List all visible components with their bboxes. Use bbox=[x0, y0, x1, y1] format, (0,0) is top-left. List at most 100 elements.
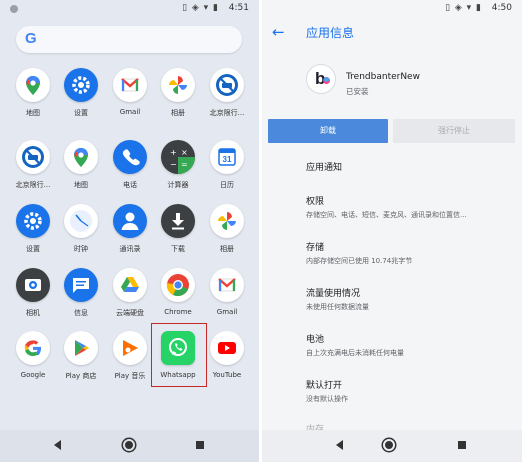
setting-notifications[interactable]: 应用通知 bbox=[306, 160, 516, 173]
no-car-icon bbox=[16, 140, 50, 174]
app-settings[interactable]: 设置 bbox=[57, 68, 105, 118]
app-photos[interactable]: 相册 bbox=[154, 68, 202, 118]
gmail-icon bbox=[113, 68, 147, 102]
svg-text:=: = bbox=[181, 160, 188, 169]
setting-title: 权限 bbox=[306, 197, 325, 207]
google-logo-icon: G bbox=[25, 30, 37, 47]
setting-title: 电池 bbox=[306, 335, 325, 345]
chrome-icon bbox=[161, 268, 195, 302]
play-store-icon bbox=[64, 331, 98, 365]
svg-text:×: × bbox=[181, 148, 188, 157]
app-label: 通讯录 bbox=[119, 245, 141, 253]
app-chrome[interactable]: Chrome bbox=[154, 268, 202, 316]
app-bar: ← 应用信息 bbox=[262, 18, 522, 50]
whatsapp-highlight-box bbox=[151, 323, 207, 387]
setting-open-by-default[interactable]: 默认打开 没有默认操作 bbox=[306, 378, 516, 404]
notification-dot bbox=[10, 5, 18, 13]
status-time: 4:51 bbox=[228, 3, 249, 13]
app-label: 相册 bbox=[220, 245, 234, 253]
setting-subtitle: 内部存储空间已使用 10.74兆字节 bbox=[306, 257, 413, 265]
app-play-music[interactable]: Play 音乐 bbox=[106, 331, 154, 381]
app-messages[interactable]: 信息 bbox=[57, 268, 105, 318]
back-arrow-icon[interactable]: ← bbox=[272, 23, 285, 41]
setting-subtitle: 存储空间、电话、短信、麦克风、通讯录和位置信... bbox=[306, 211, 467, 219]
status-time: 4:50 bbox=[491, 3, 512, 13]
app-label: 云端硬盘 bbox=[116, 309, 144, 317]
app-label: Chrome bbox=[164, 308, 192, 316]
app-label: 信息 bbox=[74, 309, 88, 317]
app-label: 计算器 bbox=[167, 181, 189, 189]
app-maps-2[interactable]: 地图 bbox=[57, 140, 105, 190]
app-name: TrendbanterNew bbox=[346, 72, 420, 82]
app-label: Play 音乐 bbox=[114, 372, 146, 380]
pinwheel-icon bbox=[210, 204, 244, 238]
app-label: 相册 bbox=[171, 109, 185, 117]
app-contacts[interactable]: 通讯录 bbox=[106, 204, 154, 254]
recents-icon[interactable] bbox=[458, 441, 466, 449]
no-car-icon bbox=[210, 68, 244, 102]
app-downloads[interactable]: 下载 bbox=[154, 204, 202, 254]
app-calculator[interactable]: + × − = 计算器 bbox=[154, 140, 202, 190]
setting-title: 应用通知 bbox=[306, 163, 343, 173]
uninstall-button[interactable]: 卸载 bbox=[268, 119, 388, 143]
app-calendar[interactable]: 31 日历 bbox=[203, 140, 251, 190]
home-icon[interactable] bbox=[123, 439, 135, 451]
app-phone[interactable]: 电话 bbox=[106, 140, 154, 190]
app-label: 设置 bbox=[26, 245, 40, 253]
app-label: 北京限行... bbox=[209, 109, 245, 117]
app-label: 时钟 bbox=[74, 245, 88, 253]
status-bar: ▯ ◈ ▾ ▮ 4:50 bbox=[262, 0, 522, 18]
app-youtube[interactable]: YouTube bbox=[203, 331, 251, 379]
app-clock[interactable]: 时钟 bbox=[57, 204, 105, 254]
google-search-bar[interactable]: G bbox=[16, 26, 242, 53]
calendar-icon: 31 bbox=[210, 140, 244, 174]
back-icon[interactable] bbox=[54, 440, 61, 450]
app-google[interactable]: Google bbox=[9, 331, 57, 379]
app-label: 地图 bbox=[74, 181, 88, 189]
setting-data-usage[interactable]: 流量使用情况 未使用任何数据流量 bbox=[306, 286, 516, 312]
nav-bar bbox=[262, 430, 522, 462]
clock-icon bbox=[64, 204, 98, 238]
setting-subtitle: 没有默认操作 bbox=[306, 395, 348, 403]
app-label: Google bbox=[20, 371, 46, 379]
calculator-icon: + × − = bbox=[161, 140, 195, 174]
setting-permissions[interactable]: 权限 存储空间、电话、短信、麦克风、通讯录和位置信... bbox=[306, 194, 516, 220]
back-icon[interactable] bbox=[336, 440, 343, 450]
app-label: 北京限行... bbox=[15, 181, 51, 189]
app-play-store[interactable]: Play 商店 bbox=[57, 331, 105, 381]
setting-battery[interactable]: 电池 自上次充满电后未消耗任何电量 bbox=[306, 332, 516, 358]
app-install-status: 已安装 bbox=[346, 87, 369, 96]
gmail-icon bbox=[210, 268, 244, 302]
recents-icon[interactable] bbox=[196, 441, 204, 449]
setting-title: 默认打开 bbox=[306, 381, 343, 391]
phone-icon bbox=[113, 140, 147, 174]
app-camera[interactable]: 相机 bbox=[9, 268, 57, 318]
app-maps[interactable]: 地图 bbox=[9, 68, 57, 118]
drive-icon bbox=[113, 268, 147, 302]
play-music-icon bbox=[113, 331, 147, 365]
gear-icon bbox=[64, 68, 98, 102]
status-icons: ▯ ◈ ▾ ▮ bbox=[445, 3, 482, 13]
app-label: Gmail bbox=[216, 308, 238, 316]
app-label: 设置 bbox=[74, 109, 88, 117]
google-icon bbox=[16, 331, 50, 365]
app-label: 下载 bbox=[171, 245, 185, 253]
app-info-panel: ▯ ◈ ▾ ▮ 4:50 ← 应用信息 b TrendbanterNew 已安装… bbox=[262, 0, 522, 462]
home-icon[interactable] bbox=[383, 439, 395, 451]
app-label: 电话 bbox=[123, 181, 137, 189]
force-stop-button[interactable]: 强行停止 bbox=[393, 119, 515, 143]
app-photos-2[interactable]: 相册 bbox=[203, 204, 251, 254]
setting-subtitle: 自上次充满电后未消耗任何电量 bbox=[306, 349, 404, 357]
app-settings-2[interactable]: 设置 bbox=[9, 204, 57, 254]
setting-storage[interactable]: 存储 内部存储空间已使用 10.74兆字节 bbox=[306, 240, 516, 266]
page-title: 应用信息 bbox=[306, 26, 355, 40]
app-beijing-traffic-2[interactable]: 北京限行... bbox=[9, 140, 57, 190]
app-beijing-traffic[interactable]: 北京限行... bbox=[203, 68, 251, 118]
app-gmail[interactable]: Gmail bbox=[106, 68, 154, 116]
svg-text:+: + bbox=[170, 148, 177, 157]
trendbanter-logo-icon: b bbox=[306, 64, 336, 94]
app-drive[interactable]: 云端硬盘 bbox=[106, 268, 154, 318]
app-gmail-2[interactable]: Gmail bbox=[203, 268, 251, 316]
maps-icon bbox=[64, 140, 98, 174]
download-icon bbox=[161, 204, 195, 238]
